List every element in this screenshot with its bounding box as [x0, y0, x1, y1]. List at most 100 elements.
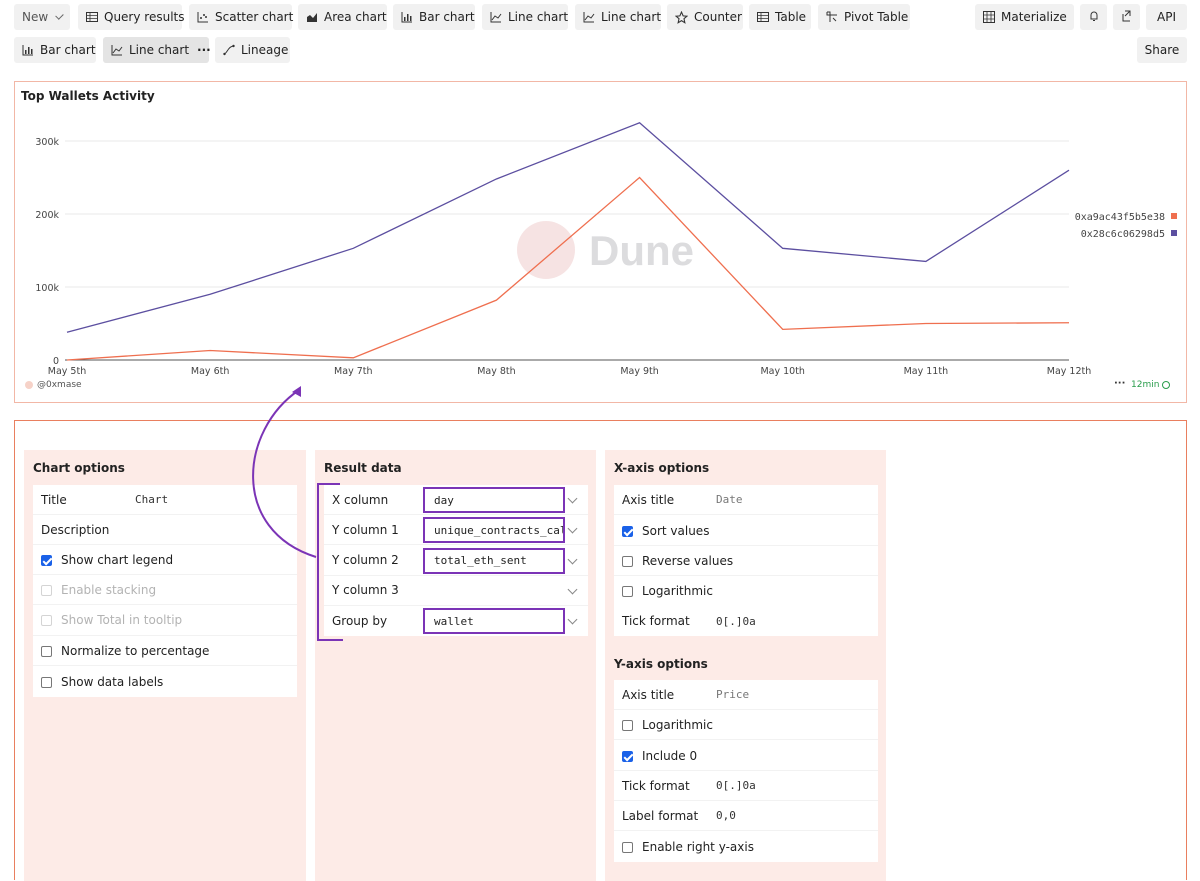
materialize-button[interactable]: Materialize [975, 4, 1074, 30]
chart-option-checkbox[interactable] [41, 677, 52, 688]
x-tick-label: May 6th [191, 366, 229, 377]
chart-option-row[interactable]: Show data labels [33, 667, 297, 697]
result-row: Y column 1 unique_contracts_cal [324, 515, 588, 545]
row1-tab-label: Bar chart [419, 10, 475, 24]
chart-more-button[interactable]: ··· [1114, 378, 1125, 389]
x-axis-check-row[interactable]: Logarithmic [614, 576, 878, 606]
y-label-format-input[interactable]: 0,0 [716, 809, 736, 822]
watermark-logo [517, 221, 575, 279]
row1-tab-6[interactable]: Counter [667, 4, 743, 30]
x-axis-check-row[interactable]: Reverse values [614, 546, 878, 576]
y-axis-title-row: Axis title Price [614, 680, 878, 710]
x-tick-label: May 8th [477, 366, 515, 377]
chevron-down-icon[interactable] [568, 554, 578, 564]
x-axis-checkbox[interactable] [622, 556, 633, 567]
row1-tab-1[interactable]: Scatter chart [189, 4, 292, 30]
share-label: Share [1145, 43, 1180, 57]
x-tick-format-input[interactable]: 0[.]0a [716, 615, 756, 628]
y-log-checkbox[interactable] [622, 720, 633, 731]
embed-button[interactable] [1113, 4, 1140, 30]
column-select[interactable]: day [423, 487, 565, 513]
chevron-down-icon[interactable] [568, 615, 578, 625]
chart-options-panel: Chart options Title Chart Description Sh… [24, 450, 306, 881]
y-log-label: Logarithmic [642, 718, 713, 732]
legend-label: 0x28c6c06298d5 [1081, 229, 1165, 240]
row1-tab-2[interactable]: Area chart [298, 4, 387, 30]
y-right-axis-label: Enable right y-axis [642, 840, 754, 854]
x-axis-title-input[interactable]: Date [716, 493, 743, 506]
result-row-label: Y column 1 [332, 523, 399, 537]
line-icon [111, 43, 123, 57]
x-axis-card: Axis title Date Sort valuesReverse value… [614, 485, 878, 636]
line-icon [583, 10, 595, 24]
row1-tab-label: Scatter chart [215, 10, 293, 24]
bell-icon [1088, 10, 1100, 25]
star-icon [675, 10, 688, 24]
result-data-panel: Result data X columndayY column 1unique_… [315, 450, 596, 881]
row2-tab-1[interactable]: Line chart··· [103, 37, 209, 63]
result-row: Y column 3 [324, 576, 588, 606]
x-tick-label: May 11th [904, 366, 949, 377]
y-label-format-row: Label format 0,0 [614, 801, 878, 831]
row1-tab-5[interactable]: Line chart [575, 4, 661, 30]
row1-tab-4[interactable]: Line chart [482, 4, 568, 30]
x-tick-format-row: Tick format 0[.]0a [614, 606, 878, 636]
line-chart: Dune0100k200k300kMay 5thMay 6thMay 7thMa… [15, 82, 1186, 402]
y-log-row[interactable]: Logarithmic [614, 710, 878, 740]
y-label-format-label: Label format [622, 809, 698, 823]
chart-option-checkbox[interactable] [41, 555, 52, 566]
chevron-down-icon[interactable] [568, 494, 578, 504]
author-credit: @0xmase [25, 380, 82, 390]
result-row-label: Group by [332, 614, 387, 628]
row2-tab-0[interactable]: Bar chart [14, 37, 96, 63]
freshness-badge: 12min [1131, 380, 1170, 390]
result-row: Y column 2total_eth_sent [324, 546, 588, 576]
y-right-axis-checkbox[interactable] [622, 842, 633, 853]
chart-title-input[interactable]: Chart [135, 493, 168, 506]
x-axis-checkbox[interactable] [622, 526, 633, 537]
column-select[interactable]: unique_contracts_cal [423, 517, 565, 543]
alert-button[interactable] [1080, 4, 1107, 30]
materialize-label: Materialize [1001, 10, 1067, 24]
x-tick-label: May 7th [334, 366, 372, 377]
y-tick-format-input[interactable]: 0[.]0a [716, 779, 756, 792]
more-options-icon[interactable]: ··· [197, 43, 211, 57]
area-icon [306, 10, 318, 24]
y-axis-card: Axis title Price Logarithmic Include 0 T… [614, 680, 878, 862]
chart-option-checkbox[interactable] [41, 646, 52, 657]
row1-tab-0[interactable]: Query results [78, 4, 182, 30]
x-axis-check-row[interactable]: Sort values [614, 516, 878, 546]
chart-container: Top Wallets Activity Dune0100k200k300kMa… [14, 81, 1187, 403]
chart-description-row[interactable]: Description [33, 515, 297, 545]
new-label: New [22, 10, 48, 24]
legend-label: 0xa9ac43f5b5e38 [1075, 212, 1165, 223]
row1-tab-8[interactable]: Pivot Table [818, 4, 910, 30]
row2-tab-label: Bar chart [40, 43, 96, 57]
x-axis-checkbox[interactable] [622, 586, 633, 597]
y-tick-label: 300k [35, 137, 59, 148]
result-row-label: Y column 3 [332, 583, 399, 597]
y-axis-title-input[interactable]: Price [716, 688, 749, 701]
watermark-text: Dune [589, 227, 694, 274]
new-dropdown-button[interactable]: New [14, 4, 70, 30]
row1-tab-3[interactable]: Bar chart [393, 4, 475, 30]
chevron-down-icon[interactable] [568, 584, 578, 594]
row2-tab-2[interactable]: Lineage [215, 37, 290, 63]
y-include0-checkbox[interactable] [622, 751, 633, 762]
x-axis-options-title: X-axis options [614, 461, 709, 475]
chart-option-checkbox [41, 585, 52, 596]
result-row: Group by wallet [324, 606, 588, 636]
column-select[interactable]: wallet [423, 608, 565, 634]
share-button[interactable]: Share [1137, 37, 1187, 63]
y-right-axis-row[interactable]: Enable right y-axis [614, 832, 878, 862]
chart-option-row[interactable]: Normalize to percentage [33, 636, 297, 666]
y-include0-row[interactable]: Include 0 [614, 741, 878, 771]
line-icon [490, 10, 502, 24]
row1-tab-7[interactable]: Table [749, 4, 811, 30]
column-select[interactable]: total_eth_sent [423, 548, 565, 574]
api-button[interactable]: API [1146, 4, 1187, 30]
x-axis-title-label: Axis title [622, 493, 674, 507]
y-include0-label: Include 0 [642, 749, 697, 763]
chevron-down-icon[interactable] [568, 524, 578, 534]
chart-option-row[interactable]: Show chart legend [33, 545, 297, 575]
